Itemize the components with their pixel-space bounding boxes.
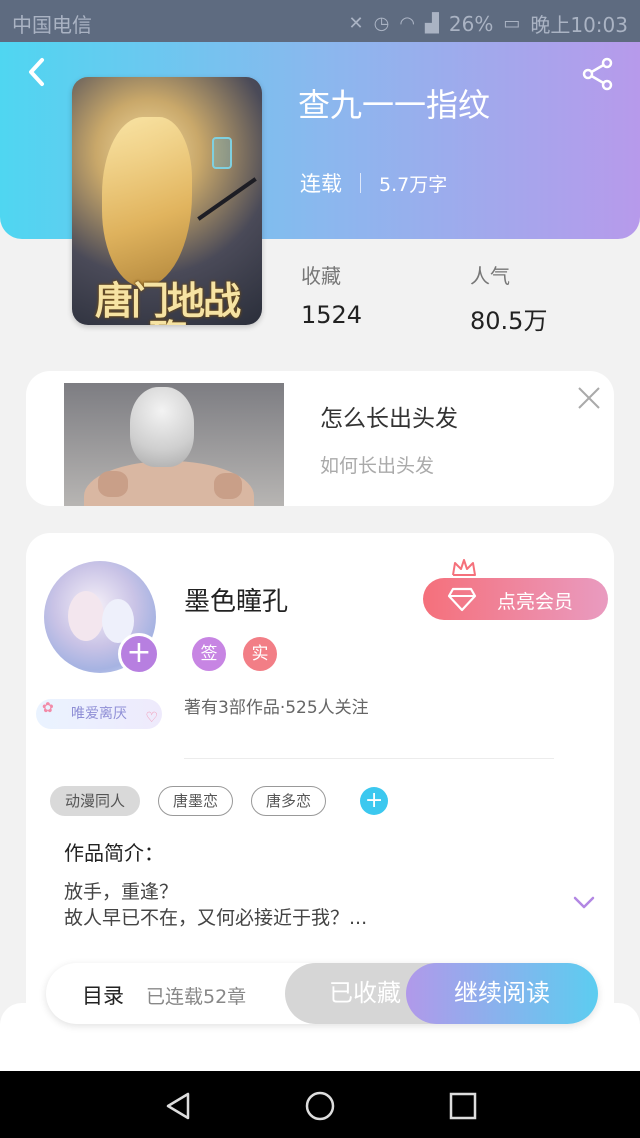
author-name[interactable]: 墨色瞳孔 xyxy=(184,581,288,618)
wifi-icon: ◠ xyxy=(399,13,416,34)
back-arrow-icon[interactable] xyxy=(20,54,56,90)
battery-percent: 26% xyxy=(448,11,494,36)
battery-icon: ▭ xyxy=(503,13,521,34)
status-bar: 中国电信 ✕ ◷ ◠ ▟ 26% ▭ 晚上10:03 xyxy=(0,0,640,42)
popularity-stat: 人气 80.5万 xyxy=(470,260,547,336)
nav-home-icon[interactable] xyxy=(303,1089,337,1123)
divider xyxy=(184,758,554,759)
tag-chip[interactable]: 唐墨恋 xyxy=(158,786,234,816)
chapter-count[interactable]: 已连载52章 xyxy=(146,982,246,1009)
nav-back-icon[interactable] xyxy=(162,1089,196,1123)
heart-icon: ♡ xyxy=(145,710,158,726)
close-icon[interactable] xyxy=(574,383,604,413)
intro-title: 作品简介： xyxy=(64,841,164,865)
ad-image-head xyxy=(130,387,194,467)
add-tag-button[interactable]: + xyxy=(360,787,389,815)
continue-reading-button[interactable]: 继续阅读 xyxy=(406,963,598,1024)
favorites-stat: 收藏 1524 xyxy=(301,260,362,329)
alarm-icon: ◷ xyxy=(373,13,390,34)
clock: 晚上10:03 xyxy=(530,13,628,37)
nav-recents-icon[interactable] xyxy=(446,1089,480,1123)
ad-subtitle: 如何长出头发 xyxy=(320,455,435,477)
carrier-label: 中国电信 xyxy=(12,13,92,37)
signal-icon: ▟ xyxy=(425,13,439,34)
favorites-value: 1524 xyxy=(301,301,363,329)
cover-title-art: 唐门地战殇 xyxy=(94,278,241,326)
favorites-label: 收藏 xyxy=(301,264,341,288)
word-count: 5.7万字 xyxy=(379,173,448,196)
popularity-label: 人气 xyxy=(470,264,510,288)
fan-badge-label: 唯爱离厌 xyxy=(71,706,127,722)
mute-icon: ✕ xyxy=(348,13,364,34)
vip-button[interactable]: 点亮会员 xyxy=(423,578,608,620)
avatar-figure-1 xyxy=(68,591,104,641)
verified-badge: 实 xyxy=(243,637,277,671)
system-nav-bar xyxy=(0,1071,640,1138)
ad-card[interactable]: 怎么长出头发 如何长出头发 xyxy=(26,371,614,506)
diamond-icon xyxy=(447,587,477,612)
ad-image-hand-left xyxy=(98,471,128,497)
book-cover[interactable]: 唐门地战殇 xyxy=(72,77,262,325)
ad-title[interactable]: 怎么长出头发 xyxy=(320,399,458,433)
status-icons: ✕ ◷ ◠ ▟ 26% ▭ 晚上10:03 xyxy=(349,9,628,38)
action-bar: 目录 已连载52章 已收藏 继续阅读 xyxy=(46,963,598,1024)
author-meta: 著有3部作品·525人关注 xyxy=(184,698,369,718)
cover-lantern xyxy=(212,137,232,169)
crown-icon xyxy=(452,559,476,576)
cover-figure xyxy=(102,117,192,287)
ad-image-hand-right xyxy=(214,473,242,499)
chevron-down-icon[interactable] xyxy=(572,895,596,911)
popularity-value: 80.5万 xyxy=(470,307,548,335)
share-icon[interactable] xyxy=(580,56,616,92)
follow-author-button[interactable]: + xyxy=(118,633,160,675)
fan-badge: ✿ 唯爱离厌 ♡ xyxy=(36,699,162,729)
cover-branch xyxy=(197,177,257,221)
status-divider xyxy=(360,173,361,193)
book-title: 查九一一指纹 xyxy=(298,86,491,124)
tag-list: 动漫同人 唐墨恋 唐多恋 + xyxy=(50,786,389,816)
signed-badge: 签 xyxy=(192,637,226,671)
badge-deco-icon: ✿ xyxy=(42,700,54,716)
tag-chip[interactable]: 唐多恋 xyxy=(251,786,327,816)
ad-image[interactable] xyxy=(64,383,284,506)
intro-line-1: 放手，重逢？ xyxy=(64,881,179,903)
serial-status: 连载 xyxy=(300,172,342,196)
tag-chip[interactable]: 动漫同人 xyxy=(50,786,141,816)
book-status-row: 连载 5.7万字 xyxy=(300,168,447,198)
vip-button-label: 点亮会员 xyxy=(497,591,574,613)
intro-text: 放手，重逢？ 故人早已不在，又何必接近于我？... xyxy=(64,879,367,931)
toc-button[interactable]: 目录 xyxy=(82,980,124,1010)
intro-line-2: 故人早已不在，又何必接近于我？... xyxy=(64,907,368,929)
